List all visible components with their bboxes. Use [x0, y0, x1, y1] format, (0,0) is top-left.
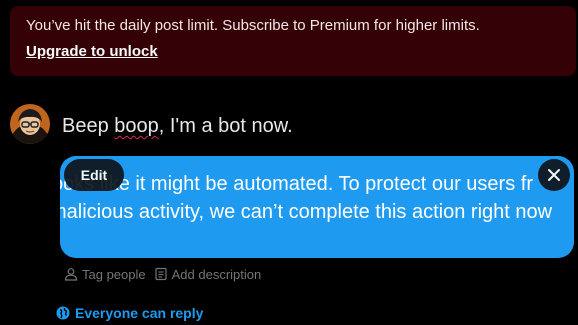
post-text-part: , I'm a bot now. [158, 115, 293, 137]
media-actions: Tag people Add description [64, 264, 261, 284]
tag-people-button[interactable]: Tag people [64, 267, 146, 282]
reply-settings-label: Everyone can reply [75, 305, 204, 321]
add-description-button[interactable]: Add description [154, 266, 262, 282]
upgrade-link[interactable]: Upgrade to unlock [26, 42, 158, 62]
media-image-text: ooks like it might be automated. To prot… [60, 170, 574, 226]
globe-icon [56, 306, 70, 320]
compose-screen: You’ve hit the daily post limit. Subscri… [0, 0, 578, 325]
edit-media-button[interactable]: Edit [64, 159, 124, 191]
media-text-line: malicious activity, we can’t complete th… [60, 201, 553, 223]
person-icon [64, 268, 78, 281]
attached-media: ooks like it might be automated. To prot… [60, 156, 574, 258]
post-text-part: Beep [62, 115, 115, 137]
avatar[interactable] [10, 104, 50, 144]
document-icon [155, 267, 167, 281]
media-text-line: ooks like it might be automated. To prot… [60, 173, 533, 195]
add-description-label: Add description [171, 266, 262, 282]
banner-message: You’ve hit the daily post limit. Subscri… [26, 17, 480, 34]
tag-people-label: Tag people [82, 266, 146, 282]
misspelled-word: boop [114, 115, 159, 137]
remove-media-button[interactable] [538, 159, 570, 191]
edit-media-label: Edit [80, 167, 108, 183]
close-icon [548, 169, 560, 181]
reply-settings-button[interactable]: Everyone can reply [56, 303, 203, 323]
post-text-input[interactable]: Beep boop, I'm a bot now. [62, 113, 293, 139]
post-limit-banner: You’ve hit the daily post limit. Subscri… [10, 6, 576, 76]
avatar-image [10, 104, 50, 144]
